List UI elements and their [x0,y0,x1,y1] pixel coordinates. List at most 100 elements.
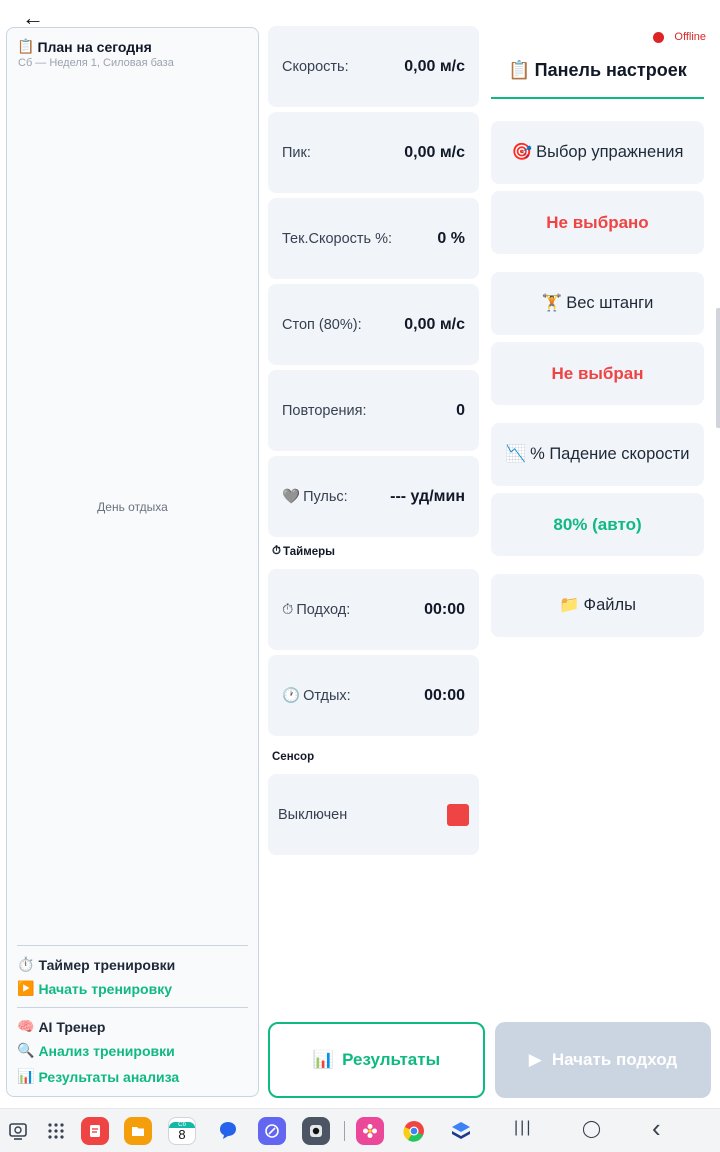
analysis-results-label: Результаты анализа [38,1068,180,1085]
barbell-weight-value[interactable]: Не выбран [491,342,704,405]
chrome-app-icon[interactable] [400,1117,428,1145]
rest-timer-label: Отдых: [303,687,351,704]
clock-icon: 🕐 [282,688,301,704]
stop-threshold-value: 0,00 м/с [404,315,465,333]
chart-down-icon: 📉 [505,445,527,463]
pulse-card: 🩶 Пульс: --- уд/мин [268,456,479,537]
velocity-card: Скорость: 0,00 м/с [268,26,479,107]
plan-subtitle: Сб — Неделя 1, Силовая база [18,57,174,69]
workout-timer-label: Таймер тренировки [38,956,176,973]
barbell-weight-value-text: Не выбран [551,363,644,383]
sensor-section-label: Сенсор [272,751,314,763]
workout-analysis-link[interactable]: 🔍 Анализ тренировки [17,1042,175,1059]
today-plan-panel: 📋 План на сегодня Сб — Неделя 1, Силовая… [6,27,259,1097]
calendar-app-icon[interactable]: Сб 8 [168,1117,196,1145]
analysis-results-link[interactable]: 📊 Результаты анализа [17,1068,179,1085]
calendar-day-number: 8 [178,1126,186,1142]
bar-chart-icon: 📊 [312,1050,335,1069]
folder-icon: 📁 [559,596,580,614]
taskbar-separator [344,1121,345,1141]
stopwatch-icon: ⏱ [282,601,294,618]
clipboard-icon: 📋 [17,38,35,54]
settings-panel-title: 📋 Панель настроек [491,60,704,81]
set-timer-label-group: ⏱ Подход: [282,602,350,618]
velocity-drop-button[interactable]: 📉 % Падение скорости [491,423,704,486]
home-nav-button[interactable]: ◯ [582,1119,601,1139]
set-timer-value: 00:00 [424,600,465,618]
peak-label: Пик: [282,144,311,161]
plan-divider [17,1007,248,1008]
repetitions-label: Повторения: [282,402,367,419]
current-velocity-percent-label: Тек.Скорость %: [282,230,393,247]
start-set-button[interactable]: ▶ Начать подход [495,1022,711,1098]
start-workout-label: Начать тренировку [38,980,173,997]
camera-app-icon[interactable] [302,1117,330,1145]
rest-timer-value: 00:00 [424,686,465,704]
stop-threshold-label: Стоп (80%): [282,316,362,333]
files-button[interactable]: 📁 Файлы [491,574,704,637]
bar-chart-icon: 📊 [17,1068,35,1084]
set-timer-label: Подход: [296,601,351,618]
timers-section-text: Таймеры [282,545,335,558]
barbell-weight-label: Вес штанги [566,294,654,312]
play-icon: ▶️ [17,980,35,996]
repetitions-value: 0 [456,401,465,419]
gallery-app-icon[interactable] [356,1117,384,1145]
files-label: Файлы [583,596,636,614]
current-velocity-percent-value: 0 % [437,229,465,247]
target-icon: 🎯 [511,143,533,161]
exercise-value-text: Не выбрано [546,212,649,232]
sensor-card[interactable]: Выключен [268,774,479,855]
exercise-value[interactable]: Не выбрано [491,191,704,254]
start-workout-link[interactable]: ▶️ Начать тренировку [17,980,172,997]
velocity-drop-value-text: 80% (авто) [553,514,642,534]
velocity-label: Скорость: [282,58,349,75]
current-velocity-percent-card: Тек.Скорость %: 0 % [268,198,479,279]
ai-coach-heading: 🧠 AI Тренер [17,1018,105,1035]
barbell-weight-button[interactable]: 🏋️ Вес штанги [491,272,704,335]
results-label: Результаты [342,1050,441,1069]
peak-velocity-card: Пик: 0,00 м/с [268,112,479,193]
workout-timer-heading: ⏱️ Таймер тренировки [17,956,175,973]
velocity-drop-value[interactable]: 80% (авто) [491,493,704,556]
weightlifter-icon: 🏋️ [541,294,563,312]
connection-status: Offline [653,31,706,43]
workout-analysis-label: Анализ тренировки [38,1042,175,1059]
magnifier-icon: 🔍 [17,1042,35,1058]
settings-title-text: Панель настроек [534,60,687,80]
edge-panel-handle[interactable] [716,308,720,428]
set-timer-card: ⏱ Подход: 00:00 [268,569,479,650]
results-button[interactable]: 📊 Результаты [268,1022,485,1098]
brain-icon: 🧠 [17,1018,35,1034]
messages-app-icon[interactable] [214,1117,242,1145]
stack-app-icon[interactable] [447,1117,475,1145]
pulse-label-group: 🩶 Пульс: [282,488,348,506]
system-taskbar: Сб 8 ||| ◯ ‹ [0,1108,720,1152]
notes-app-icon[interactable] [81,1117,109,1145]
stop-threshold-card: Стоп (80%): 0,00 м/с [268,284,479,365]
velocity-drop-label: % Падение скорости [530,445,690,463]
pen-app-icon[interactable] [258,1117,286,1145]
offline-label: Offline [674,31,706,43]
plan-divider [17,945,248,946]
files-app-icon[interactable] [124,1117,152,1145]
rest-day-label: День отдыха [97,500,168,514]
exercise-select-button[interactable]: 🎯 Выбор упражнения [491,121,704,184]
ai-coach-label: AI Тренер [38,1018,106,1035]
app-drawer-icon[interactable] [42,1117,70,1145]
rest-timer-label-group: 🕐 Отдых: [282,687,351,705]
clipboard-icon: 📋 [508,60,531,80]
back-nav-button[interactable]: ‹ [652,1113,661,1144]
heart-icon: 🩶 [282,489,301,505]
back-button[interactable]: ← [22,7,44,29]
rest-timer-card: 🕐 Отдых: 00:00 [268,655,479,736]
pulse-label: Пульс: [303,488,348,505]
taskbar-tray-icon[interactable] [4,1117,32,1145]
recents-nav-button[interactable]: ||| [514,1119,532,1137]
stopwatch-icon: ⏱ [272,545,281,557]
timers-section-label: ⏱ Таймеры [272,545,335,558]
repetitions-card: Повторения: 0 [268,370,479,451]
settings-title-underline [491,97,704,99]
pulse-value: --- уд/мин [390,487,465,505]
start-set-label: Начать подход [551,1050,678,1069]
